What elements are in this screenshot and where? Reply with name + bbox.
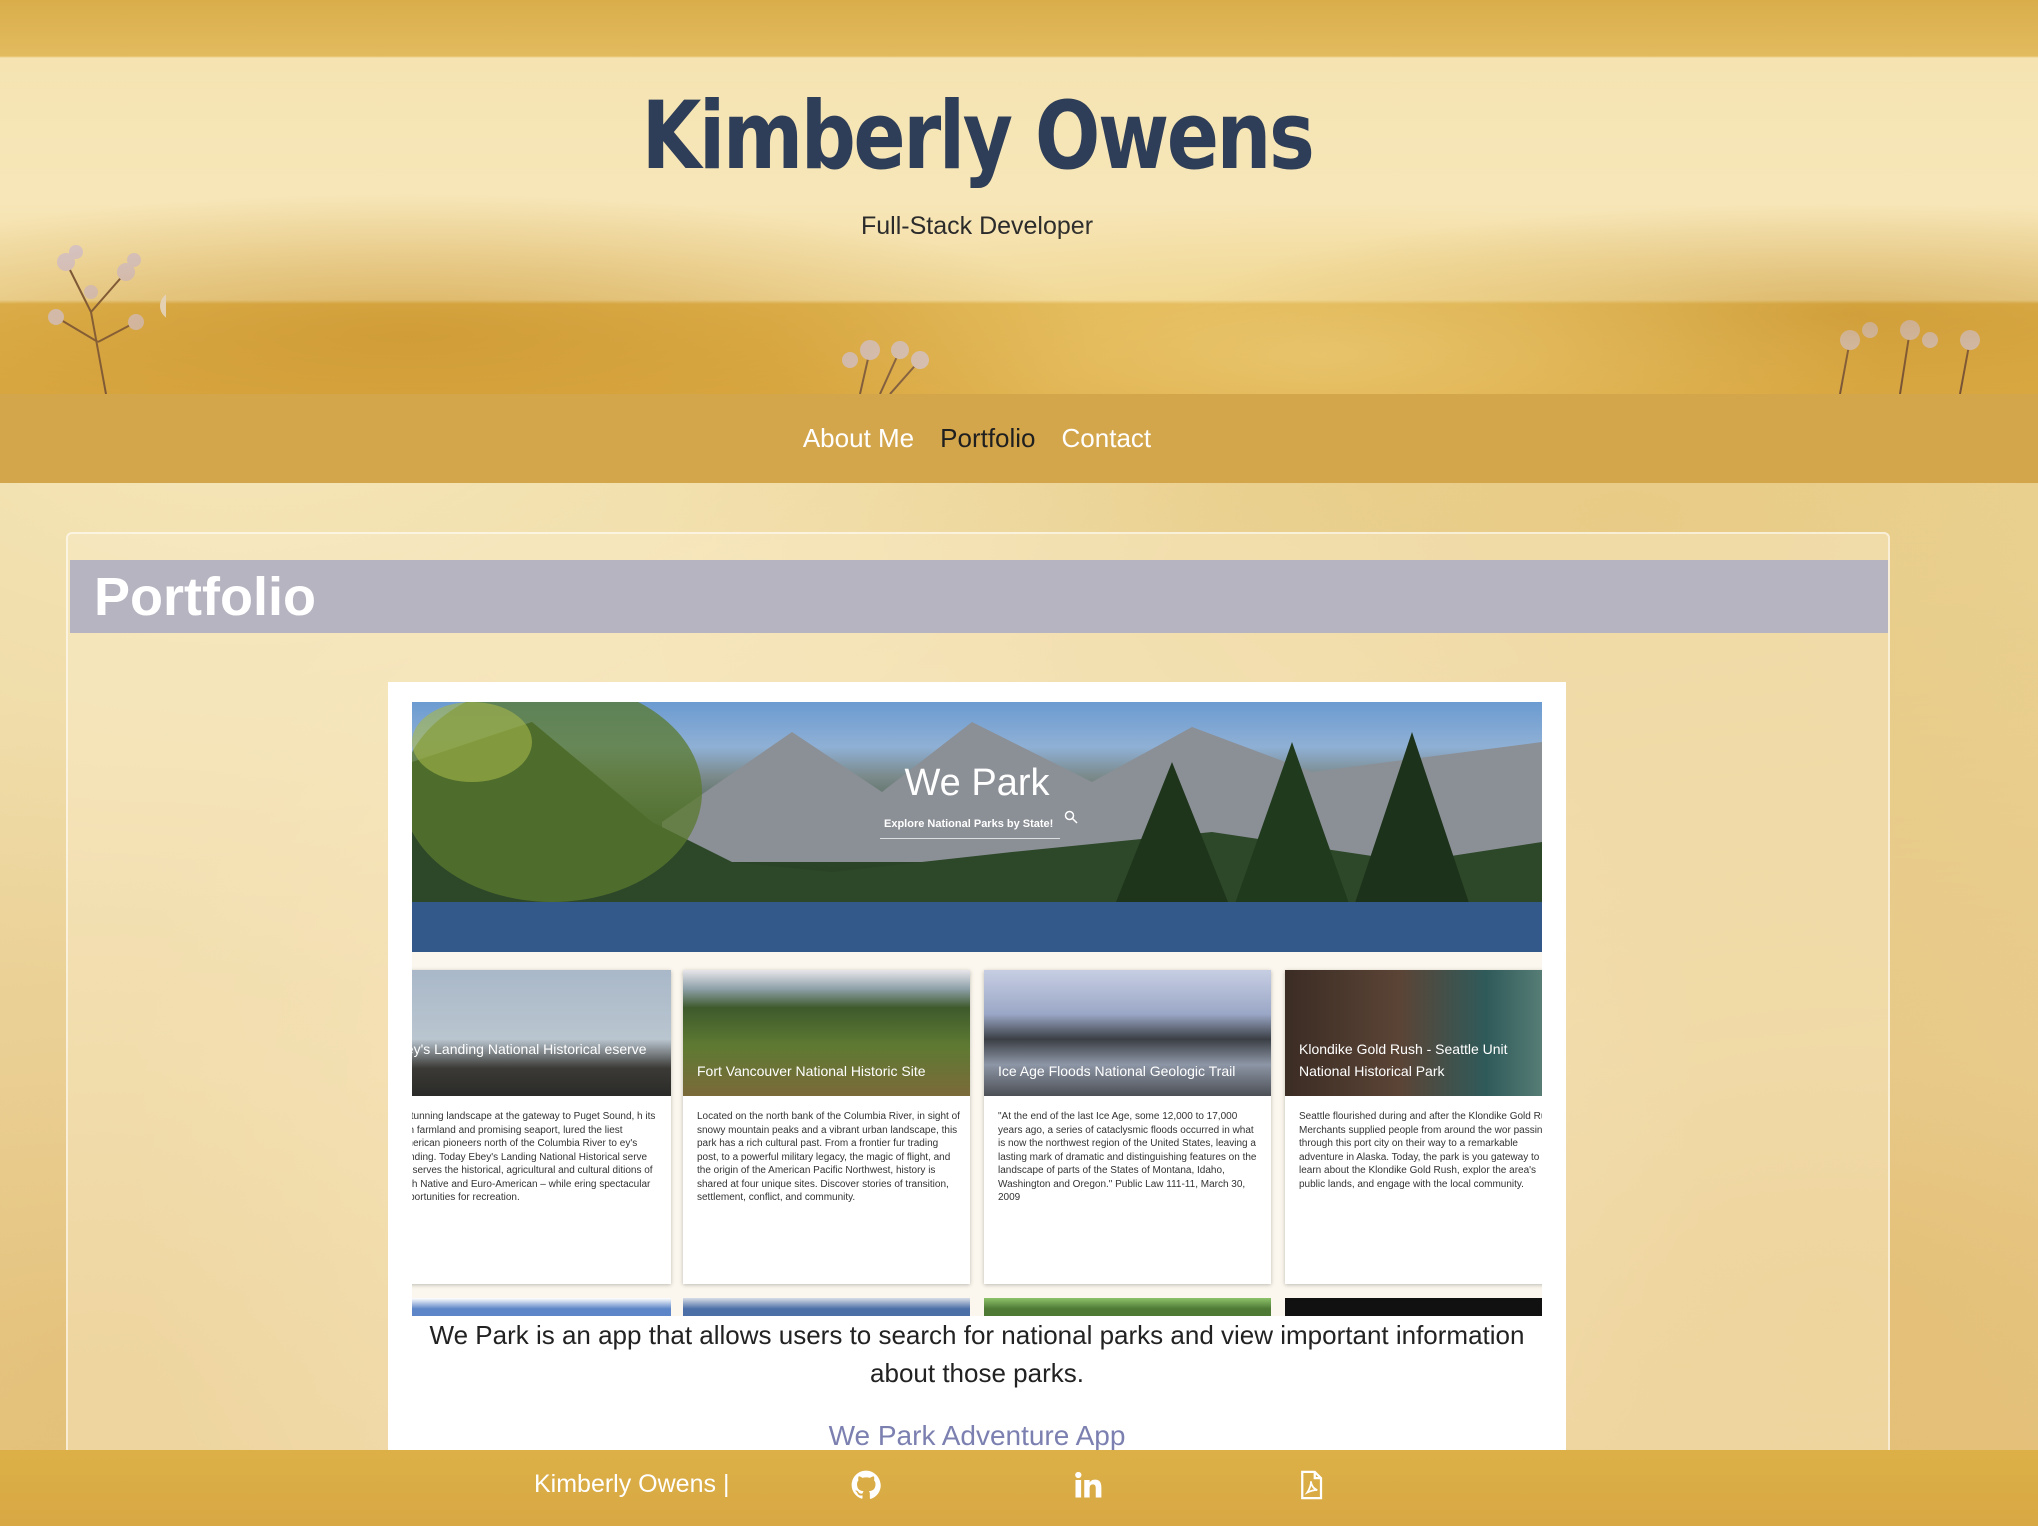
main-navbar: About Me Portfolio Contact [0,394,2038,483]
park-card-image-row2 [683,1298,970,1316]
nav-link-portfolio[interactable]: Portfolio [940,423,1035,454]
section-title: Portfolio [94,566,316,627]
nav-link-contact[interactable]: Contact [1062,423,1152,454]
dried-flowers-left-decoration [48,245,166,394]
park-card: Ice Age Floods National Geologic Trail "… [984,970,1271,1284]
screenshot-hero-image: We Park Explore National Parks by State! [412,702,1542,952]
search-underline [880,838,1060,839]
park-card: Fort Vancouver National Historic Site Lo… [683,970,970,1284]
dried-flowers-right-decoration [1839,320,1980,394]
search-icon [1064,810,1078,824]
site-title: Kimberly Owens [641,82,1315,191]
pdf-resume-icon[interactable] [1296,1470,1326,1500]
dried-flowers-center-decoration [842,340,929,394]
park-description: s stunning landscape at the gateway to P… [412,1111,656,1203]
screenshot-hero-subtitle: Explore National Parks by State! [884,818,1054,830]
park-card-image-row2 [1285,1298,1542,1316]
park-card-image-row2 [412,1298,671,1316]
project-link[interactable]: We Park Adventure App [412,1420,1542,1452]
park-description: Located on the north bank of the Columbi… [697,1111,960,1203]
header-banner: Kimberly Owens Full-Stack Developer [0,0,2038,394]
park-description: "At the end of the last Ice Age, some 12… [998,1111,1257,1203]
site-subtitle: Full-Stack Developer [860,212,1094,240]
project-description: We Park is an app that allows users to s… [429,1320,1525,1388]
footer-name: Kimberly Owens | [534,1470,730,1498]
screenshot-hero-title: We Park [904,762,1050,804]
github-icon[interactable] [851,1470,881,1500]
section-header: Portfolio [70,560,1888,633]
park-card: Klondike Gold Rush - Seattle Unit Nation… [1285,970,1542,1284]
footer: Kimberly Owens | [0,1450,2038,1526]
park-card: bey's Landing National Historical eserve… [412,970,671,1284]
nav-link-about-me[interactable]: About Me [803,423,914,454]
park-description: Seattle flourished during and after the … [1299,1111,1542,1190]
project-screenshot[interactable]: We Park Explore National Parks by State!… [412,702,1542,1316]
park-card-image-row2 [984,1298,1271,1316]
linkedin-icon[interactable] [1073,1470,1103,1500]
